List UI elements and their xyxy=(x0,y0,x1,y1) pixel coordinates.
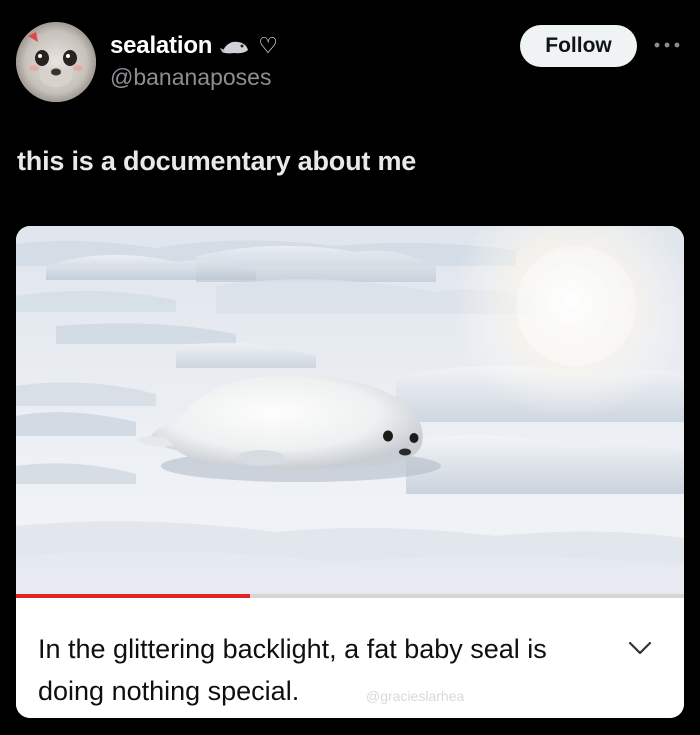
media-card[interactable]: In the glittering backlight, a fat baby … xyxy=(16,226,684,718)
post-text: this is a documentary about me xyxy=(17,146,417,176)
avatar[interactable] xyxy=(16,22,96,102)
post-header: sealation ♡ @bananaposes Follow xyxy=(0,0,700,110)
seal-avatar-icon xyxy=(16,22,96,102)
more-dots-icon xyxy=(654,42,680,48)
follow-button[interactable]: Follow xyxy=(520,25,637,67)
author-info: sealation ♡ @bananaposes xyxy=(110,30,278,91)
more-options-button[interactable] xyxy=(652,33,682,57)
seal-on-snow-image[interactable] xyxy=(16,226,684,598)
watermark: @gracieslarhea xyxy=(366,688,465,704)
handle[interactable]: @bananaposes xyxy=(110,64,278,91)
seal-emoji-icon xyxy=(220,36,250,56)
heart-icon: ♡ xyxy=(258,33,278,58)
chevron-down-icon[interactable] xyxy=(626,638,654,658)
display-name[interactable]: sealation xyxy=(110,32,212,60)
caption-panel: In the glittering backlight, a fat baby … xyxy=(16,598,684,718)
video-caption: In the glittering backlight, a fat baby … xyxy=(38,634,547,706)
display-name-row: sealation ♡ xyxy=(110,30,278,62)
